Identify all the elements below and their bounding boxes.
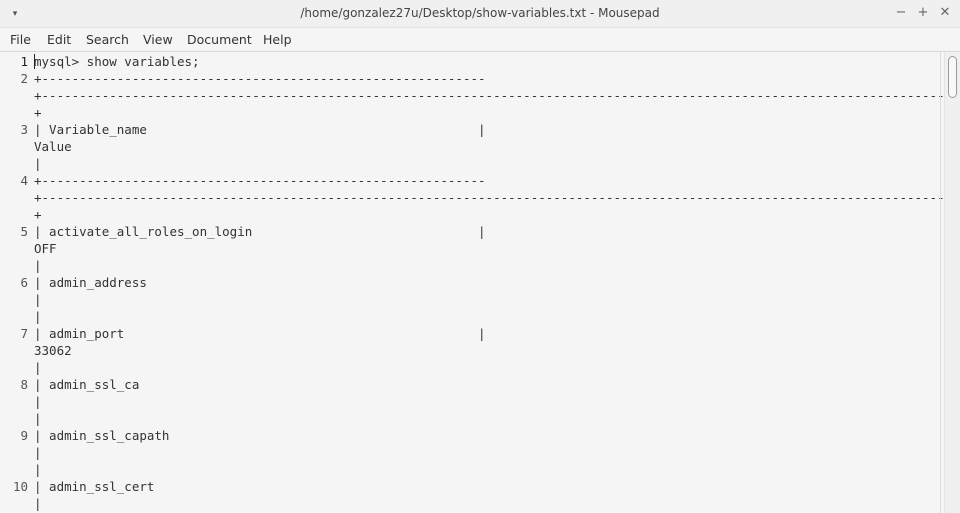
close-icon[interactable]: ✕	[937, 5, 953, 21]
line-number: 10	[12, 479, 28, 494]
line-number: 4	[20, 173, 28, 188]
text-line: +---------------------------------------…	[34, 88, 944, 103]
text-line: |	[34, 445, 42, 460]
text-line: |	[34, 360, 42, 375]
text-line: +---------------------------------------…	[34, 71, 486, 86]
menu-file[interactable]: File	[10, 31, 31, 49]
line-number: 7	[20, 326, 28, 341]
line-number: 6	[20, 275, 28, 290]
text-line: mysql> show variables;	[34, 54, 200, 69]
text-line: OFF	[34, 241, 57, 256]
menu-view[interactable]: View	[143, 31, 173, 49]
text-line: | admin_ssl_capath	[34, 428, 170, 443]
text-line: +---------------------------------------…	[34, 173, 486, 188]
menu-edit[interactable]: Edit	[47, 31, 71, 49]
minimize-icon[interactable]: −	[893, 5, 909, 21]
line-number-gutter: 1 2 3 4 5 6 7 8 9 10	[0, 52, 31, 513]
text-line: | admin_ssl_ca	[34, 377, 140, 392]
text-line: | activate_all_roles_on_login |	[34, 224, 486, 239]
text-line: |	[34, 394, 42, 409]
line-number: 1	[20, 54, 28, 69]
text-line: |	[34, 156, 42, 171]
text-line: | admin_port |	[34, 326, 486, 341]
line-number: 2	[20, 71, 28, 86]
menu-search[interactable]: Search	[86, 31, 129, 49]
text-line: |	[34, 462, 42, 477]
scrollbar-thumb[interactable]	[948, 56, 957, 98]
line-number: 5	[20, 224, 28, 239]
text-line: |	[34, 496, 42, 511]
line-number: 3	[20, 122, 28, 137]
text-line: +	[34, 105, 42, 120]
text-line: | admin_address	[34, 275, 147, 290]
line-number: 9	[20, 428, 28, 443]
window-title: /home/gonzalez27u/Desktop/show-variables…	[300, 6, 660, 20]
text-line: |	[34, 292, 42, 307]
text-line: Value	[34, 139, 72, 154]
menu-document[interactable]: Document	[187, 31, 252, 49]
text-cursor	[34, 54, 35, 69]
text-line: |	[34, 411, 42, 426]
line-number: 8	[20, 377, 28, 392]
vertical-scrollbar[interactable]	[944, 52, 960, 513]
document-text[interactable]: mysql> show variables; +----------------…	[34, 52, 944, 513]
text-editor-area[interactable]: 1 2 3 4 5 6 7 8 9 10 mysql> show variabl…	[0, 52, 944, 513]
text-line: |	[34, 258, 42, 273]
maximize-icon[interactable]: +	[915, 5, 931, 21]
text-line: | admin_ssl_cert	[34, 479, 155, 494]
text-line: 33062	[34, 343, 72, 358]
text-line: | Variable_name |	[34, 122, 486, 137]
menu-bar: File Edit Search View Document Help	[0, 28, 960, 52]
text-line: +---------------------------------------…	[34, 190, 944, 205]
title-bar: ▾ /home/gonzalez27u/Desktop/show-variabl…	[0, 0, 960, 28]
text-line: +	[34, 207, 42, 222]
menu-help[interactable]: Help	[263, 31, 292, 49]
text-line: |	[34, 309, 42, 324]
right-margin-line	[940, 52, 941, 513]
